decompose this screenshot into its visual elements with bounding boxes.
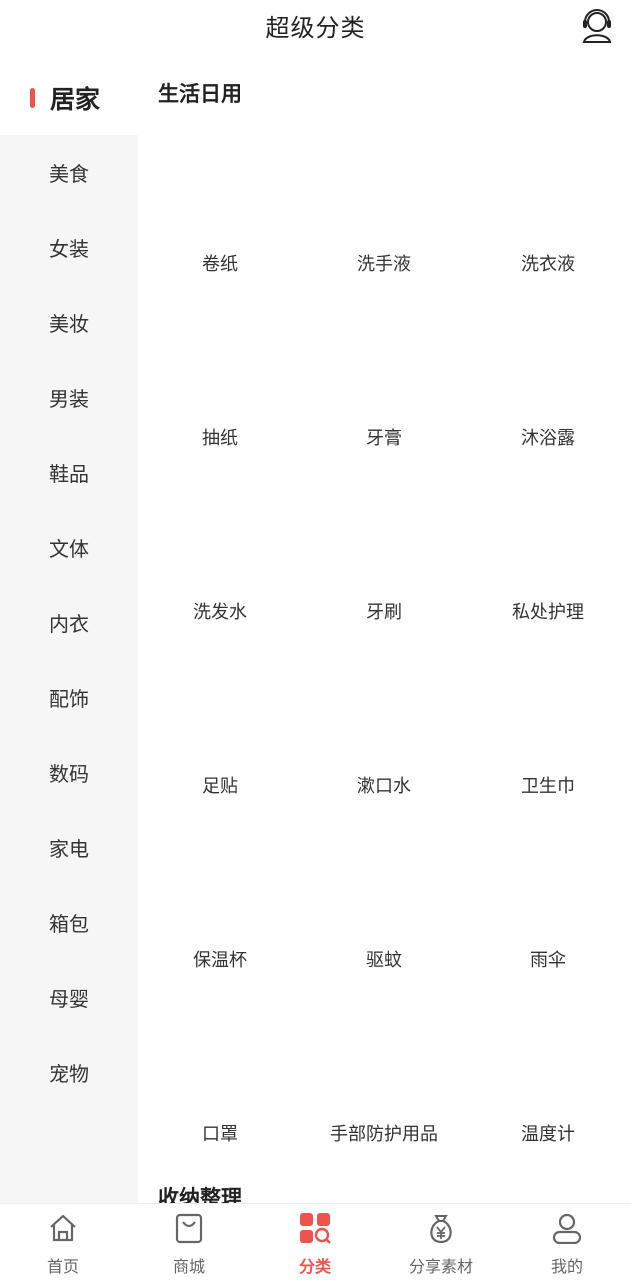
headset-icon [582, 9, 612, 43]
subcategory-item[interactable]: 口罩 [138, 922, 302, 1145]
subcategory-image [508, 952, 588, 1032]
sidebar-item[interactable]: 宠物 [0, 1035, 138, 1110]
sidebar-item-label: 内衣 [49, 612, 89, 636]
sidebar-item-label: 家电 [49, 837, 89, 861]
subcategory-item[interactable]: 洗发水 [138, 400, 302, 623]
home-icon [47, 1212, 79, 1244]
subcategory-image [180, 256, 260, 336]
subcategory-label: 温度计 [521, 1124, 575, 1145]
sidebar-item[interactable]: 内衣 [0, 585, 138, 660]
subcategory-image [180, 82, 260, 162]
subcategory-image [344, 778, 424, 858]
subcategory-image [508, 604, 588, 684]
sidebar-item[interactable]: 文体 [0, 510, 138, 585]
subcategory-image [344, 952, 424, 1032]
subcategory-image [180, 604, 260, 684]
subcategory-image [344, 604, 424, 684]
money-bag-icon [425, 1212, 457, 1244]
subcategory-image [344, 82, 424, 162]
subcategory-item[interactable]: 洗手液 [302, 52, 466, 275]
sidebar-item-label: 宠物 [49, 1062, 89, 1086]
subcategory-label: 口罩 [202, 1124, 238, 1145]
sidebar-item-label: 女装 [49, 237, 89, 261]
tab-label: 我的 [550, 1257, 583, 1276]
sidebar-item-label: 男装 [49, 387, 89, 411]
subcategory-item[interactable]: 温度计 [466, 922, 630, 1145]
subcategory-image [508, 430, 588, 510]
sidebar-item-label: 配饰 [49, 687, 89, 711]
sidebar-item-label: 居家 [49, 84, 100, 114]
sidebar-item[interactable]: 男装 [0, 360, 138, 435]
subcategory-image [508, 256, 588, 336]
sidebar-item[interactable]: 美妆 [0, 285, 138, 360]
bottom-tab-bar: 首页 商城 分类 分享素材 我的 [0, 1203, 631, 1280]
subcategory-item[interactable]: 牙刷 [302, 400, 466, 623]
sidebar-item[interactable]: 配饰 [0, 660, 138, 735]
tab-label: 分类 [298, 1257, 331, 1276]
category-grid-icon [299, 1212, 331, 1244]
tab-item[interactable]: 分类 [252, 1204, 378, 1280]
subcategory-item[interactable]: 足贴 [138, 574, 302, 797]
tab-label: 商城 [172, 1257, 205, 1276]
subcategory-item[interactable]: 雨伞 [466, 748, 630, 971]
tab-label: 首页 [46, 1257, 79, 1276]
tab-item[interactable]: 首页 [0, 1204, 126, 1280]
subcategory-item[interactable]: 卷纸 [138, 52, 302, 275]
subcategory-item[interactable]: 漱口水 [302, 574, 466, 797]
active-indicator [30, 88, 35, 108]
sidebar-item[interactable]: 家电 [0, 810, 138, 885]
sidebar-item-label: 箱包 [49, 912, 89, 936]
subcategory-image [180, 952, 260, 1032]
subcategory-item[interactable]: 沐浴露 [466, 226, 630, 449]
sidebar-item-label: 文体 [49, 537, 89, 561]
subcategory-item[interactable]: 驱蚊 [302, 748, 466, 971]
tab-item[interactable]: 我的 [504, 1204, 630, 1280]
sidebar-item-label: 数码 [49, 762, 89, 786]
sidebar-item-label: 美食 [49, 162, 89, 186]
subcategory-item[interactable]: 保温杯 [138, 748, 302, 971]
sidebar-item-label: 母婴 [49, 987, 89, 1011]
subcategory-label: 手部防护用品 [330, 1124, 438, 1145]
sidebar-item[interactable]: 鞋品 [0, 435, 138, 510]
tab-label: 分享素材 [408, 1257, 473, 1276]
sidebar-item[interactable]: 美食 [0, 135, 138, 210]
subcategory-image [508, 82, 588, 162]
subcategory-image [508, 778, 588, 858]
subcategory-image [344, 256, 424, 336]
subcategory-item[interactable]: 私处护理 [466, 400, 630, 623]
sidebar-item-label: 美妆 [49, 312, 89, 336]
header: 超级分类 [0, 0, 631, 52]
category-content: 生活日用 卷纸 洗手液 洗衣液 抽纸 牙膏 沐浴露 洗发水 牙刷 私处护理 足贴 漱口水 卫生巾 保温杯驱… [138, 52, 631, 1203]
tab-item[interactable]: 分享素材 [378, 1204, 504, 1280]
subcategory-item[interactable]: 抽纸 [138, 226, 302, 449]
subcategory-item[interactable]: 洗衣液 [466, 52, 630, 275]
section-title: 收纳整理 [158, 1186, 242, 1203]
sidebar-item[interactable]: 母婴 [0, 960, 138, 1035]
subcategory-item[interactable]: 手部防护用品 [302, 922, 466, 1145]
tab-item[interactable]: 商城 [126, 1204, 252, 1280]
sidebar-item[interactable]: 数码 [0, 735, 138, 810]
sidebar-item-label: 鞋品 [49, 462, 89, 486]
sidebar-item[interactable]: 箱包 [0, 885, 138, 960]
subcategory-item[interactable]: 牙膏 [302, 226, 466, 449]
subcategory-image [180, 430, 260, 510]
subcategory-image [344, 430, 424, 510]
shopping-bag-icon [173, 1212, 205, 1244]
user-icon [551, 1212, 583, 1245]
sidebar-item[interactable]: 居家 [0, 60, 138, 135]
category-sidebar: 居家美食女装美妆男装鞋品文体内衣配饰数码家电箱包母婴宠物 [0, 60, 138, 1203]
subcategory-image [180, 778, 260, 858]
page-title: 超级分类 [265, 14, 366, 42]
subcategory-item[interactable]: 卫生巾 [466, 574, 630, 797]
sidebar-item[interactable]: 女装 [0, 210, 138, 285]
customer-service-button[interactable] [580, 8, 614, 44]
